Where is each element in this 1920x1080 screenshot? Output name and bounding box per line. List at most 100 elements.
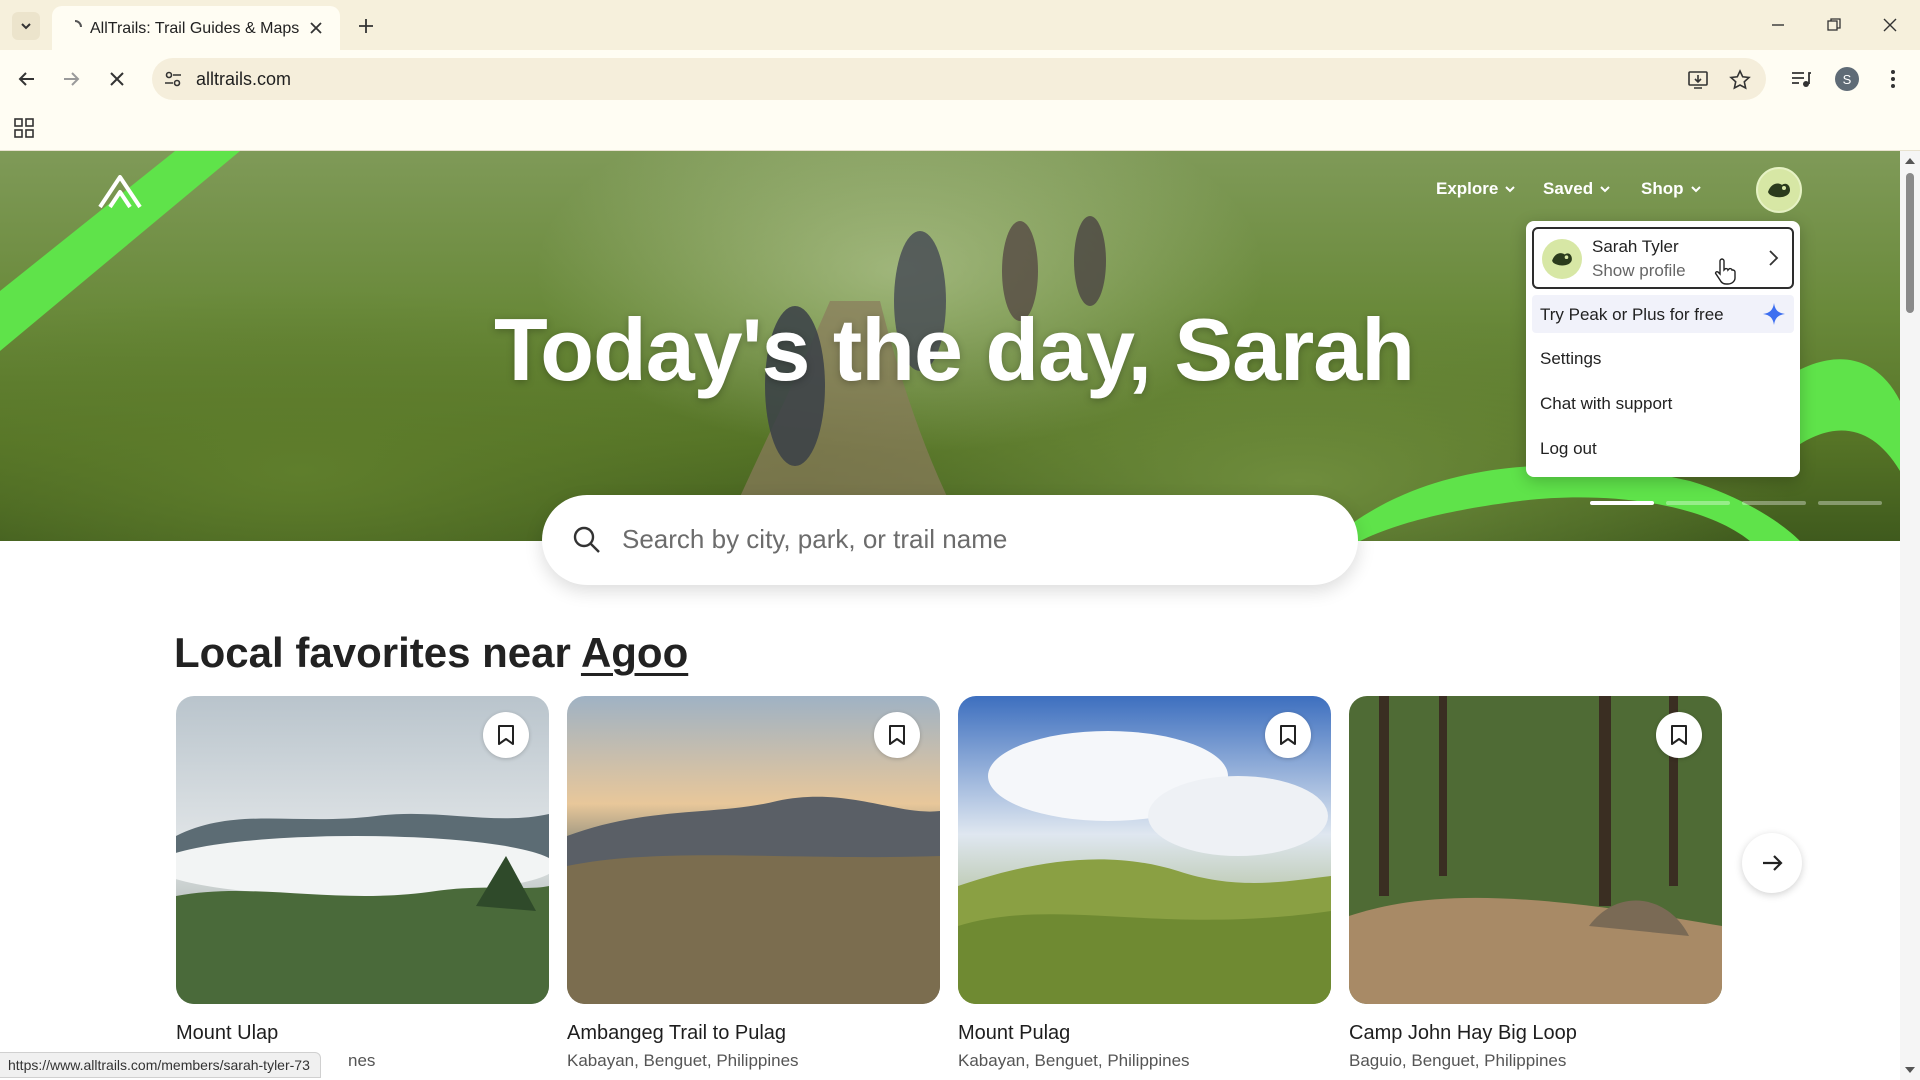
close-window-button[interactable]: [1870, 10, 1910, 40]
menu-item-label: Log out: [1540, 439, 1597, 458]
tab-strip: AllTrails: Trail Guides & Maps fo: [0, 0, 1920, 50]
location-link[interactable]: Agoo: [581, 629, 688, 676]
alltrails-logo-icon[interactable]: [98, 175, 142, 209]
user-avatar-button[interactable]: [1756, 167, 1802, 213]
nav-saved-label: Saved: [1543, 179, 1594, 198]
bookmark-icon: [889, 725, 905, 745]
menu-item-settings[interactable]: Settings: [1532, 339, 1794, 377]
trail-name: Mount Ulap: [176, 1022, 279, 1044]
forward-button[interactable]: [56, 64, 86, 94]
arrow-right-icon: [1763, 855, 1783, 871]
stop-loading-button[interactable]: [102, 64, 132, 94]
trail-location: Kabayan, Benguet, Philippines: [958, 1051, 1190, 1070]
apps-grid-icon: [14, 118, 34, 138]
new-tab-button[interactable]: [352, 12, 380, 40]
minimize-button[interactable]: [1758, 10, 1798, 40]
trail-photo[interactable]: [958, 696, 1331, 1004]
trail-card[interactable]: Camp John Hay Big Loop Baguio, Benguet, …: [1349, 696, 1722, 1071]
save-trail-button[interactable]: [874, 712, 920, 758]
menu-item-try-peak[interactable]: Try Peak or Plus for free: [1532, 295, 1794, 333]
bookmark-icon: [498, 725, 514, 745]
chevron-down-icon: [1600, 186, 1610, 193]
restore-icon: [1827, 18, 1841, 31]
scroll-up-icon[interactable]: [1904, 155, 1916, 167]
minimize-icon: [1772, 24, 1784, 26]
carousel-dot[interactable]: [1742, 501, 1806, 505]
carousel-next-button[interactable]: [1742, 833, 1802, 893]
profile-button[interactable]: S: [1832, 64, 1862, 94]
nav-explore-label: Explore: [1436, 179, 1499, 198]
forward-arrow-icon: [64, 72, 80, 86]
loading-spinner-icon: [74, 20, 82, 28]
bookmark-icon: [1671, 725, 1687, 745]
media-controls-button[interactable]: [1786, 64, 1816, 94]
menu-item-label: Chat with support: [1540, 394, 1673, 413]
trail-card[interactable]: Mount Pulag Kabayan, Benguet, Philippine…: [958, 696, 1331, 1071]
show-profile-label: Show profile: [1592, 261, 1686, 280]
carousel-dot[interactable]: [1666, 501, 1730, 505]
trail-photo[interactable]: [567, 696, 940, 1004]
scroll-down-icon[interactable]: [1904, 1064, 1916, 1076]
back-arrow-icon: [18, 72, 34, 86]
page-scrollbar[interactable]: [1900, 151, 1920, 1080]
browser-toolbar: alltrails.com S: [0, 50, 1920, 106]
trail-photo[interactable]: [1349, 696, 1722, 1004]
save-trail-button[interactable]: [1656, 712, 1702, 758]
search-icon: [573, 526, 600, 553]
browser-tab-active[interactable]: AllTrails: Trail Guides & Maps fo: [52, 6, 340, 50]
trail-card[interactable]: Ambangeg Trail to Pulag Kabayan, Benguet…: [567, 696, 940, 1071]
scrollbar-thumb[interactable]: [1906, 173, 1914, 313]
carousel-indicators: [1590, 501, 1882, 505]
chevron-right-icon: [1769, 250, 1779, 266]
chevron-down-icon: [1690, 186, 1701, 193]
close-icon: [110, 72, 124, 86]
address-bar[interactable]: alltrails.com: [152, 58, 1766, 100]
nav-shop[interactable]: Shop: [1641, 179, 1702, 199]
bookmark-star-icon[interactable]: [1726, 66, 1754, 94]
apps-grid-button[interactable]: [12, 116, 36, 140]
site-info-icon[interactable]: [158, 64, 188, 94]
user-avatar: [1542, 239, 1582, 279]
kebab-menu-icon: [1891, 70, 1895, 88]
hero-headline: Today's the day, Sarah: [494, 300, 1415, 399]
install-app-icon[interactable]: [1684, 66, 1712, 94]
save-trail-button[interactable]: [483, 712, 529, 758]
show-profile-item[interactable]: Sarah Tyler Show profile: [1532, 227, 1794, 289]
trail-name: Ambangeg Trail to Pulag: [567, 1022, 787, 1044]
back-button[interactable]: [12, 64, 42, 94]
trail-name: Camp John Hay Big Loop: [1349, 1022, 1577, 1044]
search-placeholder: Search by city, park, or trail name: [622, 524, 1008, 554]
sparkle-icon: [1763, 303, 1785, 325]
browser-menu-button[interactable]: [1878, 64, 1908, 94]
close-tab-icon[interactable]: [306, 18, 326, 38]
carousel-dot[interactable]: [1590, 501, 1654, 505]
user-avatar-image: [1768, 183, 1790, 198]
status-bar-url: https://www.alltrails.com/members/sarah-…: [0, 1052, 321, 1078]
tab-search-button[interactable]: [12, 12, 40, 40]
menu-item-log-out[interactable]: Log out: [1532, 429, 1794, 467]
user-dropdown-menu: Sarah Tyler Show profile Try Peak or Plu…: [1526, 221, 1800, 477]
carousel-dot[interactable]: [1818, 501, 1882, 505]
menu-item-label: Try Peak or Plus for free: [1540, 305, 1724, 324]
section-title: Local favorites near Agoo: [174, 629, 688, 677]
restore-button[interactable]: [1814, 10, 1854, 40]
search-bar[interactable]: Search by city, park, or trail name: [542, 495, 1358, 585]
hand-cursor-icon: [1714, 258, 1736, 285]
page-viewport: Explore Saved Shop Today's the day, Sara…: [0, 151, 1900, 1080]
trail-name: Mount Pulag: [958, 1022, 1071, 1044]
media-queue-icon: [1792, 72, 1811, 87]
trail-location: Kabayan, Benguet, Philippines: [567, 1051, 799, 1070]
close-icon: [1883, 18, 1897, 32]
nav-saved[interactable]: Saved: [1543, 179, 1611, 199]
user-name: Sarah Tyler: [1592, 237, 1679, 256]
menu-item-chat-support[interactable]: Chat with support: [1532, 384, 1794, 422]
trail-photo[interactable]: [176, 696, 549, 1004]
nav-explore[interactable]: Explore: [1436, 179, 1516, 199]
trail-location: Baguio, Benguet, Philippines: [1349, 1051, 1567, 1070]
trail-card[interactable]: Mount Ulap nes: [176, 696, 549, 1071]
bookmarks-bar: [0, 106, 1920, 151]
url-text: alltrails.com: [196, 69, 292, 89]
section-title-prefix: Local favorites near: [174, 629, 581, 676]
save-trail-button[interactable]: [1265, 712, 1311, 758]
chevron-down-icon: [21, 23, 31, 30]
